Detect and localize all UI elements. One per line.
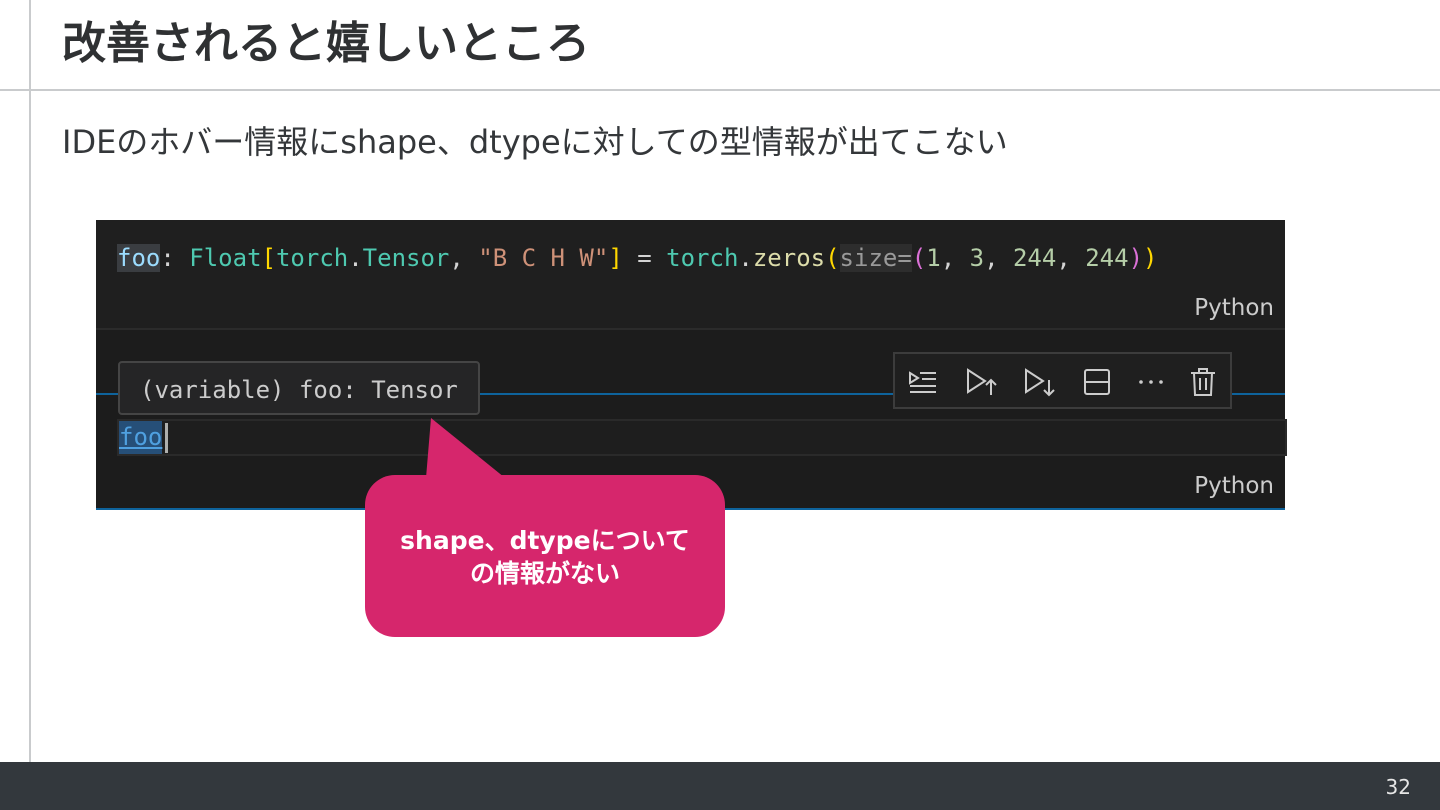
split-cell-icon[interactable]: [1079, 364, 1115, 400]
token-paren-open: (: [825, 244, 840, 272]
execute-above-icon[interactable]: [963, 364, 999, 400]
title-rule: [0, 89, 1440, 91]
token-number: 3: [969, 244, 985, 272]
token-string: "B C H W": [478, 244, 609, 272]
token-module: torch: [666, 244, 739, 272]
cell-language-label[interactable]: Python: [1194, 293, 1274, 323]
editor-code-foo[interactable]: foo: [119, 421, 163, 454]
token-bracket-close: ]: [608, 244, 623, 272]
text-cursor: [165, 423, 168, 453]
token-dot: .: [738, 244, 753, 272]
page-number: 32: [1385, 775, 1411, 799]
token-var: foo: [117, 244, 161, 272]
more-icon[interactable]: [1133, 364, 1169, 400]
token-function: zeros: [752, 244, 826, 272]
token-number: 244: [1085, 244, 1129, 272]
token-module: torch: [275, 244, 349, 272]
execute-below-icon[interactable]: [1021, 364, 1057, 400]
cell-editor[interactable]: foo: [117, 419, 1287, 456]
run-by-line-icon[interactable]: [905, 364, 941, 400]
token-comma: ,: [984, 244, 1013, 272]
token-comma: ,: [940, 244, 970, 272]
token-number: 1: [926, 244, 941, 272]
token-assign: =: [622, 244, 667, 272]
token-comma: ,: [1056, 244, 1086, 272]
token-paren-close: ): [1143, 244, 1158, 272]
slide-subtitle: IDEのホバー情報にshape、dtypeに対しての型情報が出てこない: [62, 123, 1008, 161]
token-class: Tensor: [362, 244, 450, 272]
hover-tooltip: (variable) foo: Tensor: [118, 361, 480, 415]
token-bracket-open: [: [261, 244, 276, 272]
token-tuple-open: (: [911, 244, 927, 272]
token-number: 244: [1012, 244, 1057, 272]
code-line[interactable]: foo: Float[torch.Tensor, "B C H W"] = to…: [117, 240, 1158, 276]
token-comma: ,: [449, 244, 479, 272]
code-cell[interactable]: foo: Float[torch.Tensor, "B C H W"] = to…: [96, 220, 1285, 328]
left-rule: [29, 0, 31, 762]
callout-line-2: の情報がない: [469, 559, 620, 588]
token-param: size=: [839, 244, 912, 272]
ide-screenshot: foo: Float[torch.Tensor, "B C H W"] = to…: [96, 220, 1287, 510]
callout-line-1: shape、dtypeについて: [400, 526, 690, 555]
delete-icon[interactable]: [1185, 364, 1221, 400]
token-dot: .: [348, 244, 363, 272]
token-type: Float: [189, 244, 262, 272]
cell-toolbar: [893, 352, 1232, 409]
cell-language-label[interactable]: Python: [1194, 471, 1274, 501]
slide-footer: 32: [0, 762, 1440, 810]
slide-title: 改善されると嬉しいところ: [62, 18, 590, 69]
callout-text: shape、dtypeについて の情報がない: [365, 524, 725, 590]
token-tuple-close: ): [1128, 244, 1144, 272]
token-colon: :: [160, 244, 190, 272]
cell-separator: [96, 328, 1285, 330]
